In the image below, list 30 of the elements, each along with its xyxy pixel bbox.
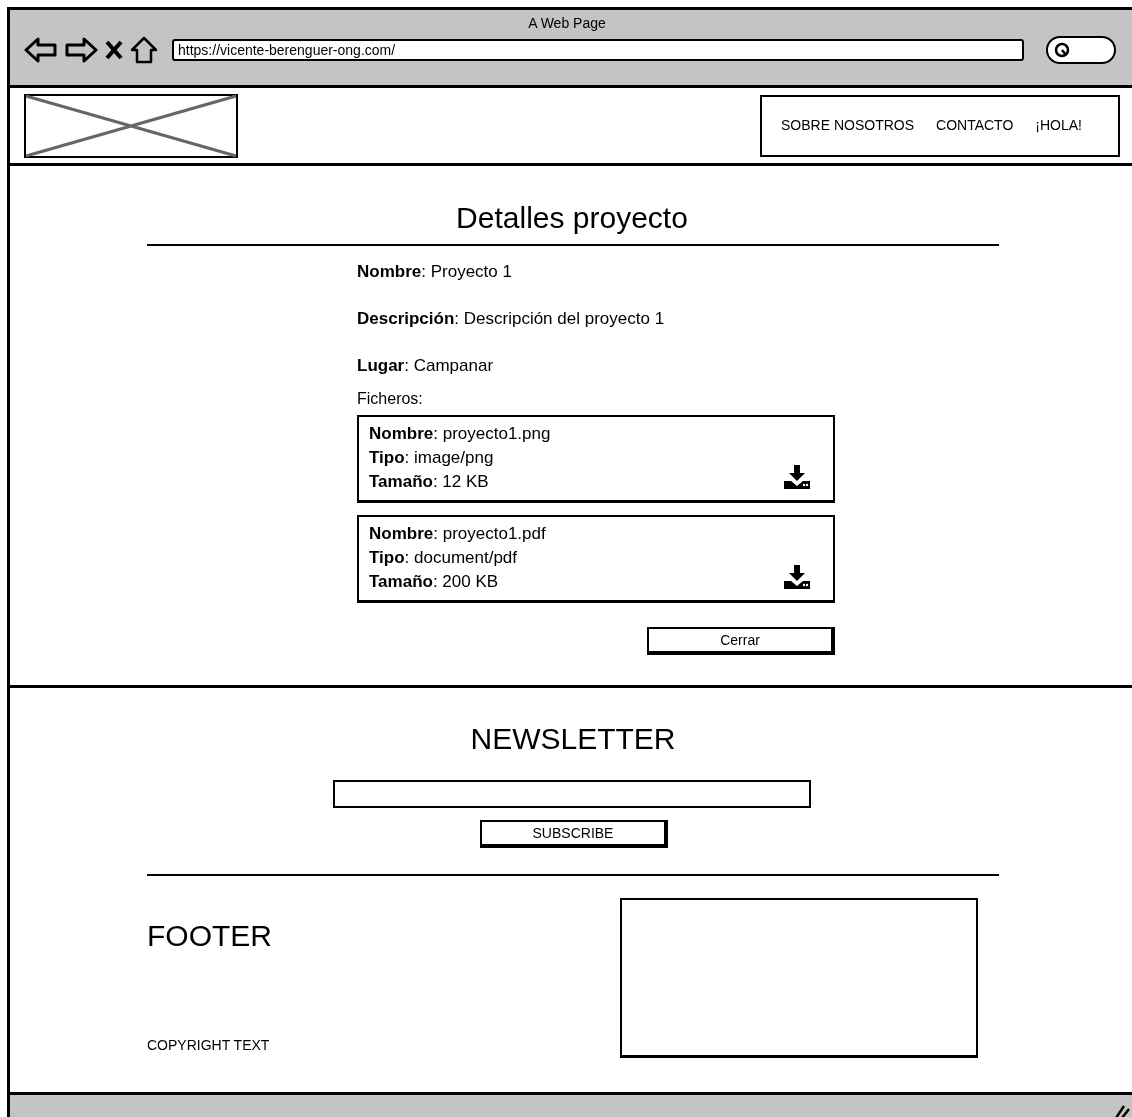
detail-text: Descripción: Descripción del proyecto 1 [357, 308, 666, 330]
section-title: Detalles proyecto [456, 200, 688, 236]
nav-link[interactable]: CONTACTO [936, 115, 1014, 136]
back-icon[interactable] [24, 36, 58, 64]
nav-link[interactable]: ¡HOLA! [1035, 115, 1082, 136]
search-icon [1054, 42, 1070, 58]
file-info: Nombre: proyecto1.pdf [369, 523, 546, 545]
address-field[interactable]: https://vicente-berenguer-ong.com/ [172, 39, 1024, 61]
home-icon[interactable] [130, 36, 158, 64]
close-button[interactable]: Cerrar [647, 627, 835, 655]
search-field[interactable] [1046, 36, 1116, 64]
nav-link[interactable]: SOBRE NOSOTROS [781, 115, 915, 136]
download-icon[interactable] [783, 464, 811, 490]
subscribe-button[interactable]: SUBSCRIBE [480, 820, 668, 848]
files-label: Ficheros: [357, 389, 424, 409]
detail-text: Lugar: Campanar [357, 355, 495, 377]
file-info: Tipo: document/pdf [369, 547, 519, 569]
download-icon[interactable] [783, 564, 811, 590]
window-title: A Web Page [528, 14, 606, 33]
forward-icon[interactable] [64, 36, 98, 64]
newsletter-title: NEWSLETTER [470, 721, 676, 757]
file-info: Tamaño: 12 KB [369, 471, 490, 493]
footer-title: FOOTER [147, 918, 273, 954]
file-info: Tamaño: 200 KB [369, 571, 500, 593]
detail-text: Nombre: Proyecto 1 [357, 261, 513, 283]
email-field[interactable] [333, 780, 811, 808]
file-info: Tipo: image/png [369, 447, 495, 469]
file-info: Nombre: proyecto1.png [369, 423, 551, 445]
copyright-text: COPYRIGHT TEXT [147, 1036, 271, 1055]
close-icon[interactable] [104, 39, 124, 61]
